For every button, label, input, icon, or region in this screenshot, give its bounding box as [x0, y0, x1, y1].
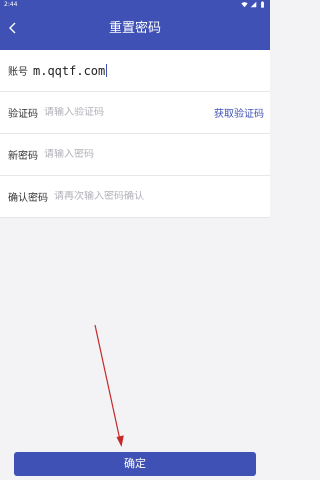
app-bar: 重置密码 [0, 10, 270, 50]
page-title: 重置密码 [108, 21, 161, 36]
new-password-input[interactable] [44, 149, 264, 160]
confirm-password-label: 确认密码 [8, 193, 48, 204]
text-cursor [106, 63, 108, 77]
wifi-icon [241, 2, 248, 8]
get-code-button[interactable]: 获取验证码 [214, 105, 264, 120]
battery-icon [261, 1, 264, 8]
new-password-row: 新密码 [0, 134, 270, 176]
status-bar: 2:44 [0, 0, 270, 10]
account-input[interactable]: m.qqtf.com [33, 63, 108, 78]
confirm-button[interactable]: 确定 [14, 452, 256, 476]
status-icons [241, 1, 266, 8]
verification-code-input[interactable] [44, 107, 210, 118]
verification-code-label: 验证码 [8, 109, 38, 120]
account-value: m.qqtf.com [33, 63, 106, 78]
reset-password-form: 账号 m.qqtf.com 验证码 获取验证码 新密码 确认密码 [0, 50, 270, 218]
signal-icon [250, 1, 257, 8]
confirm-password-input[interactable] [54, 191, 264, 202]
confirm-password-row: 确认密码 [0, 176, 270, 218]
new-password-label: 新密码 [8, 151, 38, 162]
account-label: 账号 [8, 67, 28, 78]
verification-code-row: 验证码 获取验证码 [0, 92, 270, 134]
account-row: 账号 m.qqtf.com [0, 50, 270, 92]
status-time: 2:44 [4, 1, 18, 8]
